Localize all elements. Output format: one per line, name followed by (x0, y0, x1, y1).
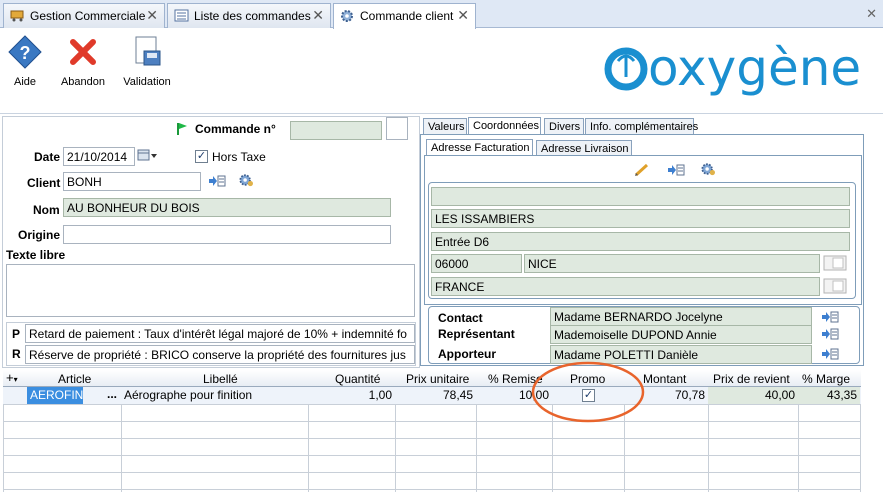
abandon-button[interactable]: Abandon (58, 35, 108, 88)
address-settings-gear-icon[interactable] (699, 162, 717, 176)
tab-label: Gestion Commerciale (30, 9, 146, 23)
validation-button[interactable]: Validation (120, 35, 174, 88)
cell-quantite[interactable]: 1,00 (308, 387, 395, 404)
apporteur-lookup-icon[interactable] (821, 347, 839, 361)
name-label: Nom (33, 203, 60, 217)
cell-marge[interactable]: 43,35 (798, 387, 860, 404)
tab-label: Liste des commandes (194, 9, 311, 23)
country-field[interactable]: FRANCE (431, 277, 820, 296)
article-ellipsis-button[interactable]: ... (106, 387, 121, 404)
date-label: Date (34, 150, 61, 164)
list-icon (174, 9, 189, 22)
column-header-montant[interactable]: Montant (643, 372, 686, 386)
clause-r-field[interactable]: Réserve de propriété : BRICO conserve la… (25, 345, 415, 364)
representant-lookup-icon[interactable] (821, 327, 839, 341)
pencil-icon[interactable] (633, 163, 651, 177)
tab-label: Commande client (360, 9, 454, 23)
help-button[interactable]: ? Aide (6, 35, 44, 88)
origin-field[interactable] (63, 225, 391, 244)
order-number-extra[interactable] (386, 117, 408, 140)
cell-prix-de-revient[interactable]: 40,00 (708, 387, 798, 404)
logo-text: oxygène (648, 39, 861, 97)
contact-lookup-icon[interactable] (821, 310, 839, 324)
tab-gestion-commerciale[interactable]: Gestion Commerciale ✕ (3, 3, 165, 28)
address-line3-field[interactable]: Entrée D6 (431, 232, 850, 251)
date-field[interactable]: 21/10/2014 (63, 147, 135, 166)
oxygene-logo: oxygène (604, 39, 866, 97)
column-header-quantite[interactable]: Quantité (335, 372, 380, 386)
address-line2-field[interactable]: LES ISSAMBIERS (431, 209, 850, 228)
cell-libelle[interactable]: Aérographe pour finition (121, 387, 308, 404)
order-lines-grid: +▾ Article Libellé Quantité Prix unitair… (3, 370, 861, 492)
abandon-label: Abandon (60, 76, 106, 88)
help-icon: ? (8, 35, 42, 69)
cell-prix-unitaire[interactable]: 78,45 (395, 387, 476, 404)
order-number-label: Commande n° (195, 122, 276, 136)
column-header-marge[interactable]: % Marge (802, 372, 850, 386)
column-header-prix-unitaire[interactable]: Prix unitaire (406, 372, 469, 386)
add-column-icon[interactable]: +▾ (6, 370, 18, 385)
close-icon[interactable]: ✕ (146, 7, 158, 24)
gear-icon (341, 10, 353, 22)
address-line1-field[interactable] (431, 187, 850, 206)
clause-p-field[interactable]: Retard de paiement : Taux d'intérêt léga… (25, 324, 415, 343)
client-lookup-icon[interactable] (208, 174, 226, 188)
calendar-dropdown-icon[interactable] (137, 148, 159, 163)
contact-label: Contact (438, 311, 483, 325)
free-text-label: Texte libre (6, 248, 66, 262)
city-lookup-icon[interactable] (823, 255, 847, 271)
svg-text:?: ? (20, 43, 31, 63)
column-header-libelle[interactable]: Libellé (203, 372, 238, 386)
client-settings-gear-icon[interactable] (237, 173, 255, 187)
contact-field[interactable]: Madame BERNARDO Jocelyne (550, 307, 812, 326)
country-lookup-icon[interactable] (823, 278, 847, 294)
client-label: Client (27, 176, 61, 190)
name-field[interactable]: AU BONHEUR DU BOIS (63, 198, 391, 217)
column-header-article[interactable]: Article (58, 372, 91, 386)
close-icon[interactable]: ✕ (312, 7, 324, 24)
tab-divers[interactable]: Divers (544, 118, 584, 135)
address-lookup-icon[interactable] (667, 163, 685, 177)
tab-coordonnees[interactable]: Coordonnées (468, 117, 541, 135)
representant-field[interactable]: Mademoiselle DUPOND Annie (550, 325, 812, 344)
clause-p-letter: P (12, 327, 21, 341)
clause-r-letter: R (12, 347, 21, 361)
column-header-prix-de-revient[interactable]: Prix de revient (713, 372, 790, 386)
flag-icon (177, 123, 187, 135)
tab-info-complementaires[interactable]: Info. complémentaires (585, 118, 698, 135)
tab-commande-client[interactable]: Commande client ✕ (333, 3, 476, 29)
cancel-x-icon (70, 39, 96, 65)
origin-label: Origine (18, 228, 61, 242)
cart-icon (10, 10, 24, 22)
free-text-area[interactable] (6, 264, 415, 317)
validation-label: Validation (123, 76, 171, 88)
client-field[interactable]: BONH (63, 172, 201, 191)
help-label: Aide (13, 76, 37, 88)
grid-header: +▾ Article Libellé Quantité Prix unitair… (3, 370, 861, 387)
order-number-field[interactable] (290, 121, 382, 140)
document-tab-bar: Gestion Commerciale ✕ Liste des commandes… (0, 0, 883, 29)
annotation-circle (531, 361, 645, 423)
save-document-icon (135, 36, 161, 66)
city-field[interactable]: NICE (524, 254, 820, 273)
close-window-icon[interactable]: ✕ (866, 6, 877, 22)
hors-taxe-label: Hors Taxe (212, 150, 266, 164)
tab-liste-des-commandes[interactable]: Liste des commandes ✕ (167, 3, 331, 28)
postal-code-field[interactable]: 06000 (431, 254, 522, 273)
hors-taxe-checkbox[interactable]: ✓ (195, 150, 208, 163)
close-icon[interactable]: ✕ (457, 7, 469, 24)
apporteur-label: Apporteur (438, 347, 496, 361)
representant-label: Représentant (438, 327, 515, 341)
cell-article[interactable]: AEROFIN (27, 387, 83, 404)
tab-valeurs[interactable]: Valeurs (423, 118, 467, 135)
toolbar: ? Aide Abandon Validation oxygène (0, 29, 883, 114)
